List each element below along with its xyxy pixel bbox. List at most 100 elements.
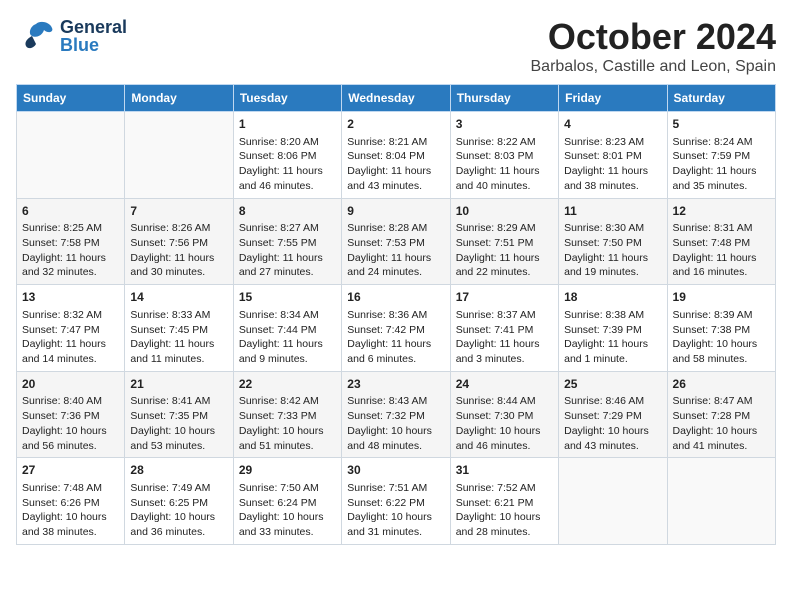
day-info: Sunset: 7:59 PM (673, 149, 770, 164)
day-info: Daylight: 10 hours and 38 minutes. (22, 510, 119, 539)
day-info: Sunrise: 8:25 AM (22, 221, 119, 236)
day-number: 9 (347, 203, 444, 220)
day-info: Daylight: 11 hours and 6 minutes. (347, 337, 444, 366)
day-number: 10 (456, 203, 553, 220)
calendar-week-row: 20Sunrise: 8:40 AMSunset: 7:36 PMDayligh… (17, 371, 776, 458)
day-info: Daylight: 11 hours and 24 minutes. (347, 251, 444, 280)
day-info: Sunset: 7:51 PM (456, 236, 553, 251)
page-header: General Blue October 2024 Barbalos, Cast… (16, 16, 776, 76)
day-info: Daylight: 10 hours and 28 minutes. (456, 510, 553, 539)
calendar-cell: 19Sunrise: 8:39 AMSunset: 7:38 PMDayligh… (667, 285, 775, 372)
day-info: Daylight: 10 hours and 33 minutes. (239, 510, 336, 539)
calendar-cell: 4Sunrise: 8:23 AMSunset: 8:01 PMDaylight… (559, 112, 667, 199)
day-info: Sunrise: 8:46 AM (564, 394, 661, 409)
day-info: Daylight: 11 hours and 38 minutes. (564, 164, 661, 193)
day-of-week-header: Monday (125, 85, 233, 112)
day-info: Daylight: 10 hours and 36 minutes. (130, 510, 227, 539)
day-info: Sunrise: 7:50 AM (239, 481, 336, 496)
calendar-cell (17, 112, 125, 199)
calendar-cell: 14Sunrise: 8:33 AMSunset: 7:45 PMDayligh… (125, 285, 233, 372)
day-info: Sunset: 7:44 PM (239, 323, 336, 338)
title-block: October 2024 Barbalos, Castille and Leon… (531, 16, 777, 76)
day-info: Sunset: 7:55 PM (239, 236, 336, 251)
day-info: Sunset: 6:26 PM (22, 496, 119, 511)
day-info: Sunset: 6:24 PM (239, 496, 336, 511)
day-info: Sunrise: 8:28 AM (347, 221, 444, 236)
day-info: Daylight: 11 hours and 3 minutes. (456, 337, 553, 366)
day-info: Sunrise: 8:29 AM (456, 221, 553, 236)
day-info: Sunset: 7:35 PM (130, 409, 227, 424)
day-info: Daylight: 10 hours and 48 minutes. (347, 424, 444, 453)
day-info: Sunrise: 8:23 AM (564, 135, 661, 150)
calendar-week-row: 13Sunrise: 8:32 AMSunset: 7:47 PMDayligh… (17, 285, 776, 372)
calendar-header-row: SundayMondayTuesdayWednesdayThursdayFrid… (17, 85, 776, 112)
day-info: Sunset: 8:03 PM (456, 149, 553, 164)
day-number: 11 (564, 203, 661, 220)
day-number: 22 (239, 376, 336, 393)
calendar-cell: 15Sunrise: 8:34 AMSunset: 7:44 PMDayligh… (233, 285, 341, 372)
day-info: Sunrise: 8:22 AM (456, 135, 553, 150)
logo-blue-text: Blue (60, 36, 127, 54)
day-info: Sunset: 7:29 PM (564, 409, 661, 424)
day-info: Sunset: 7:33 PM (239, 409, 336, 424)
day-info: Sunset: 7:32 PM (347, 409, 444, 424)
day-info: Sunrise: 7:49 AM (130, 481, 227, 496)
calendar-cell: 23Sunrise: 8:43 AMSunset: 7:32 PMDayligh… (342, 371, 450, 458)
calendar-cell (125, 112, 233, 199)
day-info: Sunset: 6:21 PM (456, 496, 553, 511)
calendar-cell: 28Sunrise: 7:49 AMSunset: 6:25 PMDayligh… (125, 458, 233, 545)
day-number: 20 (22, 376, 119, 393)
day-info: Sunset: 7:42 PM (347, 323, 444, 338)
day-of-week-header: Tuesday (233, 85, 341, 112)
day-info: Daylight: 11 hours and 1 minute. (564, 337, 661, 366)
day-number: 15 (239, 289, 336, 306)
day-info: Sunrise: 8:43 AM (347, 394, 444, 409)
calendar-cell: 9Sunrise: 8:28 AMSunset: 7:53 PMDaylight… (342, 198, 450, 285)
day-info: Daylight: 10 hours and 31 minutes. (347, 510, 444, 539)
day-info: Daylight: 11 hours and 27 minutes. (239, 251, 336, 280)
day-number: 14 (130, 289, 227, 306)
day-info: Daylight: 11 hours and 32 minutes. (22, 251, 119, 280)
day-number: 29 (239, 462, 336, 479)
day-info: Daylight: 11 hours and 35 minutes. (673, 164, 770, 193)
day-info: Sunset: 7:36 PM (22, 409, 119, 424)
day-info: Sunset: 7:28 PM (673, 409, 770, 424)
day-info: Sunset: 8:04 PM (347, 149, 444, 164)
day-of-week-header: Sunday (17, 85, 125, 112)
calendar-week-row: 1Sunrise: 8:20 AMSunset: 8:06 PMDaylight… (17, 112, 776, 199)
logo-text: General Blue (60, 18, 127, 54)
day-info: Sunrise: 8:34 AM (239, 308, 336, 323)
day-info: Sunrise: 8:41 AM (130, 394, 227, 409)
day-info: Daylight: 10 hours and 56 minutes. (22, 424, 119, 453)
day-info: Daylight: 11 hours and 22 minutes. (456, 251, 553, 280)
calendar-cell: 10Sunrise: 8:29 AMSunset: 7:51 PMDayligh… (450, 198, 558, 285)
day-info: Sunrise: 8:44 AM (456, 394, 553, 409)
day-info: Sunrise: 7:51 AM (347, 481, 444, 496)
calendar-cell: 8Sunrise: 8:27 AMSunset: 7:55 PMDaylight… (233, 198, 341, 285)
day-number: 18 (564, 289, 661, 306)
day-info: Daylight: 11 hours and 40 minutes. (456, 164, 553, 193)
day-info: Daylight: 10 hours and 43 minutes. (564, 424, 661, 453)
day-info: Sunset: 7:38 PM (673, 323, 770, 338)
day-info: Daylight: 10 hours and 46 minutes. (456, 424, 553, 453)
calendar-cell: 29 Sunrise: 7:50 AMSunset: 6:24 PMDayligh… (233, 458, 341, 545)
logo-general-text: General (60, 18, 127, 36)
calendar-cell (559, 458, 667, 545)
calendar-week-row: 6Sunrise: 8:25 AMSunset: 7:58 PMDaylight… (17, 198, 776, 285)
calendar-week-row: 27Sunrise: 7:48 AMSunset: 6:26 PMDayligh… (17, 458, 776, 545)
day-number: 6 (22, 203, 119, 220)
day-number: 12 (673, 203, 770, 220)
day-info: Sunrise: 8:26 AM (130, 221, 227, 236)
day-info: Sunrise: 8:32 AM (22, 308, 119, 323)
calendar-cell: 22Sunrise: 8:42 AMSunset: 7:33 PMDayligh… (233, 371, 341, 458)
day-of-week-header: Thursday (450, 85, 558, 112)
day-number: 4 (564, 116, 661, 133)
calendar-cell: 1Sunrise: 8:20 AMSunset: 8:06 PMDaylight… (233, 112, 341, 199)
calendar-cell: 13Sunrise: 8:32 AMSunset: 7:47 PMDayligh… (17, 285, 125, 372)
day-info: Daylight: 11 hours and 46 minutes. (239, 164, 336, 193)
day-info: Daylight: 11 hours and 11 minutes. (130, 337, 227, 366)
calendar-cell: 20Sunrise: 8:40 AMSunset: 7:36 PMDayligh… (17, 371, 125, 458)
calendar-cell: 24Sunrise: 8:44 AMSunset: 7:30 PMDayligh… (450, 371, 558, 458)
day-info: Sunrise: 8:31 AM (673, 221, 770, 236)
calendar-cell: 31Sunrise: 7:52 AMSunset: 6:21 PMDayligh… (450, 458, 558, 545)
